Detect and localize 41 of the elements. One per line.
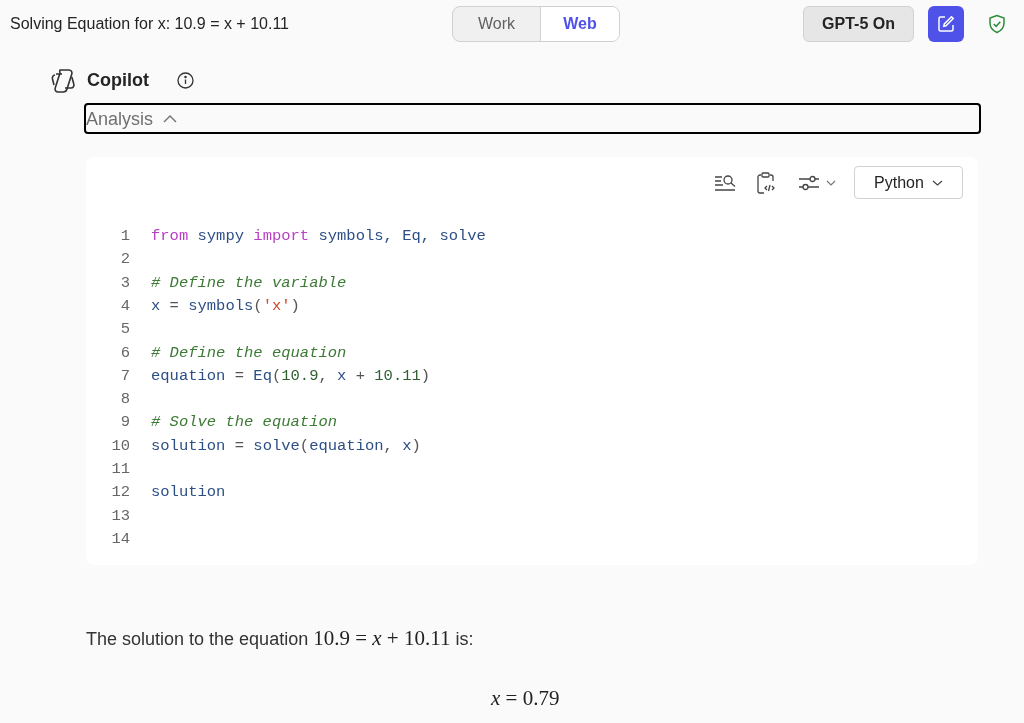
conversation-title: Solving Equation for x: 10.9 = x + 10.11: [10, 14, 290, 34]
code-line: # Define the equation: [151, 342, 347, 364]
chevron-up-icon: [163, 114, 178, 123]
line-number: 14: [110, 528, 130, 550]
line-number: 9: [119, 412, 130, 434]
answer-sentence: The solution to the equation 10.9 = x + 10.11 is:: [86, 625, 475, 652]
line-number: 3: [119, 272, 130, 294]
code-line: # Define the variable: [151, 272, 347, 294]
mode-tab[interactable]: Work: [453, 7, 540, 41]
code-line: x = symbols('x'): [151, 295, 300, 317]
code-line: from sympy import symbols, Eq, solve: [151, 226, 486, 247]
code-line: # Solve the equation: [151, 412, 338, 434]
code-line: equation = Eq(10.9, x + 10.11): [151, 365, 431, 387]
info-icon[interactable]: [177, 72, 194, 89]
line-number: 5: [119, 319, 130, 341]
chevron-down-icon[interactable]: [826, 179, 836, 186]
assistant-name: Copilot: [87, 69, 149, 92]
model-toggle-button[interactable]: GPT-5 On: [803, 6, 914, 42]
compose-icon: [937, 15, 955, 33]
search-lines-icon[interactable]: [714, 173, 736, 192]
line-number: 8: [119, 389, 130, 411]
code-line: solution = solve(equation, x): [151, 435, 421, 457]
analysis-toggle[interactable]: Analysis: [84, 103, 981, 134]
line-number: 6: [119, 342, 130, 364]
copilot-logo-icon: [50, 67, 77, 94]
mode-tab[interactable]: Web: [540, 7, 619, 41]
sliders-icon[interactable]: [798, 173, 820, 192]
math-result: x = 0.79: [491, 684, 560, 712]
chevron-down-icon: [931, 179, 943, 186]
line-number: 7: [119, 365, 130, 387]
code-line: solution: [151, 482, 226, 504]
language-dropdown[interactable]: Python: [854, 166, 963, 199]
line-number: 2: [119, 249, 130, 271]
line-number: 1: [119, 226, 130, 247]
line-number: 10: [110, 435, 130, 457]
line-number: 4: [119, 295, 130, 317]
line-number: 11: [110, 459, 130, 480]
line-number: 12: [110, 482, 130, 504]
line-number: 13: [110, 505, 130, 527]
new-chat-button[interactable]: [928, 6, 964, 42]
shield-check-icon[interactable]: [988, 14, 1006, 34]
